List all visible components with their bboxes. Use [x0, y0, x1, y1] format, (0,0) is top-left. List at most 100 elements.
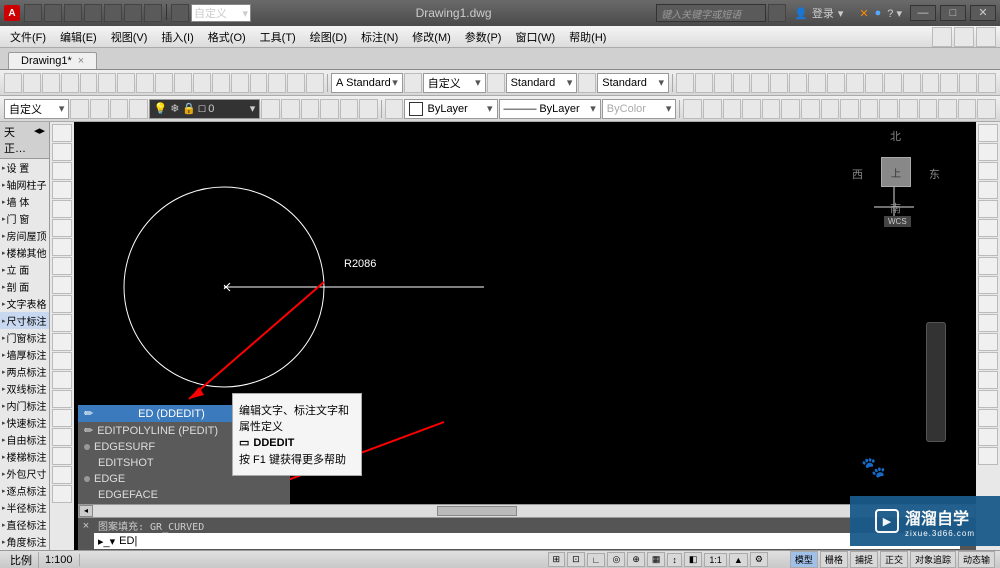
panel-item[interactable]: 剖 面 [0, 278, 49, 295]
scroll-left-icon[interactable]: ◂ [79, 505, 93, 517]
canvas-scrollbar-h[interactable]: ◂ ▸ [78, 504, 976, 518]
panel-item[interactable]: 轴网柱子 [0, 176, 49, 193]
tool-icon[interactable] [320, 99, 339, 119]
draw-tool-icon[interactable] [52, 409, 72, 427]
tool-icon[interactable] [762, 99, 781, 119]
menu-insert[interactable]: 插入(I) [155, 27, 199, 47]
panel-item[interactable]: 楼梯标注 [0, 448, 49, 465]
tool-icon[interactable] [4, 73, 22, 93]
maximize-button[interactable]: □ [940, 5, 966, 21]
mlstyle-dropdown[interactable]: Standard▾ [597, 73, 669, 93]
qat-saveas-icon[interactable] [84, 4, 102, 22]
tool-icon[interactable] [306, 73, 324, 93]
tool-icon[interactable] [742, 99, 761, 119]
qat-open-icon[interactable] [44, 4, 62, 22]
plotstyle-dropdown[interactable]: ByColor▾ [602, 99, 677, 119]
status-toggle[interactable]: ▦ [647, 552, 666, 567]
modify-tool-icon[interactable] [978, 162, 998, 180]
tool-icon[interactable] [42, 73, 60, 93]
workspace-dropdown[interactable]: 自定义▾ [191, 4, 251, 22]
draw-tool-icon[interactable] [52, 238, 72, 256]
menu-edit[interactable]: 编辑(E) [54, 27, 103, 47]
draw-tool-icon[interactable] [52, 390, 72, 408]
linetype-dropdown[interactable]: ——— ByLayer▾ [499, 99, 601, 119]
menu-modify[interactable]: 修改(M) [406, 27, 457, 47]
menu-help[interactable]: 帮助(H) [563, 27, 612, 47]
status-model[interactable]: 模型 [790, 551, 818, 568]
menu-dim[interactable]: 标注(N) [355, 27, 404, 47]
help-search-input[interactable]: 键入关键字或短语 [656, 4, 766, 22]
modify-tool-icon[interactable] [978, 181, 998, 199]
dimstyle-dropdown[interactable]: 自定义▾ [423, 73, 486, 93]
tool-icon[interactable] [340, 99, 359, 119]
draw-tool-icon[interactable] [52, 466, 72, 484]
panel-item[interactable]: 设 置 [0, 159, 49, 176]
doc-restore-icon[interactable] [954, 27, 974, 47]
tool-icon[interactable] [781, 99, 800, 119]
tool-icon[interactable] [860, 99, 879, 119]
draw-tool-icon[interactable] [52, 295, 72, 313]
tool-icon[interactable] [922, 73, 940, 93]
modify-tool-icon[interactable] [978, 124, 998, 142]
status-toggle[interactable]: ∟ [587, 553, 606, 567]
doc-minimize-icon[interactable] [932, 27, 952, 47]
cmdline-close-icon[interactable]: × [80, 520, 92, 532]
draw-tool-icon[interactable] [52, 352, 72, 370]
tool-icon[interactable] [938, 99, 957, 119]
cloud-icon[interactable]: ● [875, 7, 882, 20]
modify-tool-icon[interactable] [978, 390, 998, 408]
status-toggle[interactable]: ◧ [684, 552, 703, 567]
menu-tools[interactable]: 工具(T) [254, 27, 302, 47]
draw-tool-icon[interactable] [52, 257, 72, 275]
draw-tool-icon[interactable] [52, 371, 72, 389]
draw-tool-icon[interactable] [52, 200, 72, 218]
menu-param[interactable]: 参数(P) [459, 27, 508, 47]
panel-item[interactable]: 半径标注 [0, 499, 49, 516]
tool-icon[interactable] [90, 99, 109, 119]
panel-item[interactable]: 立 面 [0, 261, 49, 278]
menu-window[interactable]: 窗口(W) [509, 27, 561, 47]
tool-icon[interactable] [903, 73, 921, 93]
draw-tool-icon[interactable] [52, 333, 72, 351]
textstyle-dropdown[interactable]: A Standard▾ [331, 73, 403, 93]
status-toggle[interactable]: ⊞ [548, 552, 566, 567]
tool-icon[interactable] [281, 99, 300, 119]
status-toggle[interactable]: ⚙ [750, 552, 768, 567]
tool-icon[interactable] [250, 73, 268, 93]
tablestyle-dropdown[interactable]: Standard▾ [506, 73, 578, 93]
modify-tool-icon[interactable] [978, 409, 998, 427]
draw-tool-icon[interactable] [52, 276, 72, 294]
navigation-bar[interactable] [926, 322, 946, 442]
panel-header[interactable]: 天正…◂▸ [0, 122, 49, 159]
color-dropdown[interactable]: ByLayer▾ [404, 99, 497, 119]
tool-icon[interactable] [23, 73, 41, 93]
close-button[interactable]: ✕ [970, 5, 996, 21]
draw-tool-icon[interactable] [52, 124, 72, 142]
tool-icon[interactable] [129, 99, 148, 119]
status-ortho[interactable]: 正交 [880, 551, 908, 568]
draw-tool-icon[interactable] [52, 428, 72, 446]
menu-format[interactable]: 格式(O) [202, 27, 252, 47]
modify-tool-icon[interactable] [978, 257, 998, 275]
modify-tool-icon[interactable] [978, 143, 998, 161]
panel-item[interactable]: 文字表格 [0, 295, 49, 312]
exchange-icon[interactable]: ✕ [859, 7, 868, 20]
layer-dropdown[interactable]: 💡 ❄ 🔒 □ 0▾ [149, 99, 261, 119]
tool-icon[interactable] [695, 73, 713, 93]
tool-icon[interactable] [865, 73, 883, 93]
search-icon[interactable] [768, 4, 786, 22]
panel-item[interactable]: 房间屋顶 [0, 227, 49, 244]
panel-item[interactable]: 直径标注 [0, 516, 49, 533]
tool-icon[interactable] [703, 99, 722, 119]
tool-icon[interactable] [978, 73, 996, 93]
tool-icon[interactable] [70, 99, 89, 119]
status-otrack[interactable]: 对象追踪 [910, 551, 956, 568]
status-snap[interactable]: 捕捉 [850, 551, 878, 568]
tab-drawing1[interactable]: Drawing1*× [8, 52, 97, 69]
draw-tool-icon[interactable] [52, 485, 72, 503]
tool-icon[interactable] [155, 73, 173, 93]
tool-icon[interactable] [385, 99, 404, 119]
panel-item[interactable]: 门 窗 [0, 210, 49, 227]
draw-tool-icon[interactable] [52, 143, 72, 161]
qat-extra-icon[interactable] [171, 4, 189, 22]
